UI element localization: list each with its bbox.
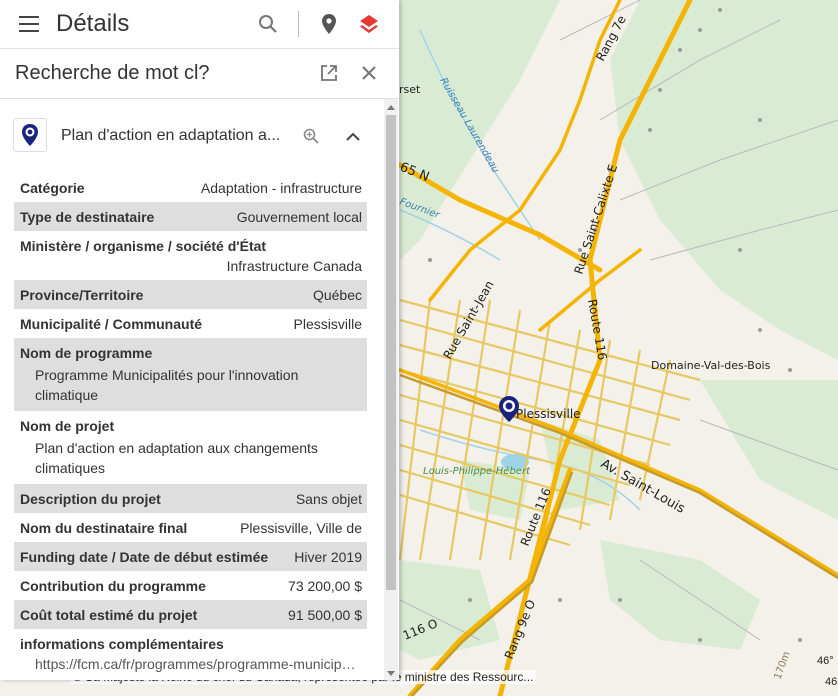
map-label-domaine: Domaine-Val-des-Bois [651,359,771,372]
close-icon[interactable] [359,63,379,83]
table-row: Catégorie Adaptation - infrastructure [14,173,367,202]
attr-label: Nom du destinataire final [20,520,188,536]
scroll-up-icon[interactable] [387,105,395,110]
attr-label: Municipalité / Communauté [20,316,203,332]
open-external-icon[interactable] [319,63,339,83]
attr-value: 91 500,00 $ [288,607,362,623]
attr-label: Coût total estimé du projet [20,607,198,623]
menu-icon[interactable] [19,16,39,32]
search-subtitle: Recherche de mot cl? [15,62,210,84]
map-marker-icon [22,124,38,146]
attr-value: Infrastructure Canada [226,258,362,274]
attr-label: Province/Territoire [20,287,144,303]
attr-value: Plessisville [293,316,362,332]
coord-readout: 46° [817,655,834,667]
table-row: Province/Territoire Québec [14,280,367,309]
coord-readout-2: 46. [825,676,838,688]
search-subheader: Recherche de mot cl? [0,48,399,99]
map-label-somerset: rset [399,83,421,96]
toolbar-divider [298,11,299,37]
attr-value: Hiver 2019 [294,549,362,565]
table-row: Nom de programme Programme Municipalités… [14,338,367,411]
result-title: Plan d'action en adaptation a... [61,127,281,144]
attr-label: Description du projet [20,491,161,507]
attr-label: Ministère / organisme / société d'État [20,238,267,254]
result-header[interactable]: Plan d'action en adaptation a... [0,108,380,164]
attr-value: Adaptation - infrastructure [200,180,362,196]
result-logo [13,118,47,152]
layers-icon[interactable] [357,12,381,36]
table-row: Ministère / organisme / société d'État I… [14,231,367,280]
info-link[interactable]: https://fcm.ca/fr/programmes/programme-m… [20,652,362,672]
table-row: Nom de projet Plan d'action en adaptatio… [14,411,367,484]
map-label-plessisville: Plessisville [516,407,581,421]
attr-label: Nom de projet [20,418,115,434]
attr-label: Funding date / Date de début estimée [20,549,269,565]
attr-value: Plessisville, Ville de [240,520,362,536]
attr-label: informations complémentaires [20,636,224,652]
table-row: Funding date / Date de début estimée Hiv… [14,542,367,571]
attribute-table: Catégorie Adaptation - infrastructure Ty… [14,173,367,678]
table-row: informations complémentaires https://fcm… [14,629,367,678]
page-title: Détails [56,10,130,37]
table-row: Type de destinataire Gouvernement local [14,202,367,231]
scroll-down-icon[interactable] [387,671,395,676]
location-pin-icon[interactable] [317,12,341,36]
chevron-up-icon[interactable] [344,128,362,146]
zoom-to-icon[interactable] [302,127,320,145]
table-row: Coût total estimé du projet 91 500,00 $ [14,600,367,629]
scroll-thumb[interactable] [386,115,396,590]
panel-scrollbar[interactable] [384,99,398,680]
attr-value: Gouvernement local [236,209,362,225]
attr-value: Programme Municipalités pour l'innovatio… [35,367,299,403]
table-row: Description du projet Sans objet [14,484,367,513]
table-row: Nom du destinataire final Plessisville, … [14,513,367,542]
attr-value: Plan d'action en adaptation aux changeme… [35,440,318,476]
details-panel: Détails Recherche de mot cl? Plan d'acti… [0,0,399,680]
attr-label: Nom de programme [20,345,153,361]
attr-value: 73 200,00 $ [288,578,362,594]
table-row: Municipalité / Communauté Plessisville [14,309,367,338]
attr-label: Catégorie [20,180,85,196]
attr-value: Sans objet [295,491,362,507]
attr-value: Québec [312,287,362,303]
search-icon[interactable] [256,12,280,36]
table-row: Contribution du programme 73 200,00 $ [14,571,367,600]
attr-label: Type de destinataire [20,209,155,225]
map-label-louis-philippe: Louis-Philippe-Hébert [423,465,531,477]
top-bar: Détails [0,0,399,49]
attr-label: Contribution du programme [20,578,206,594]
